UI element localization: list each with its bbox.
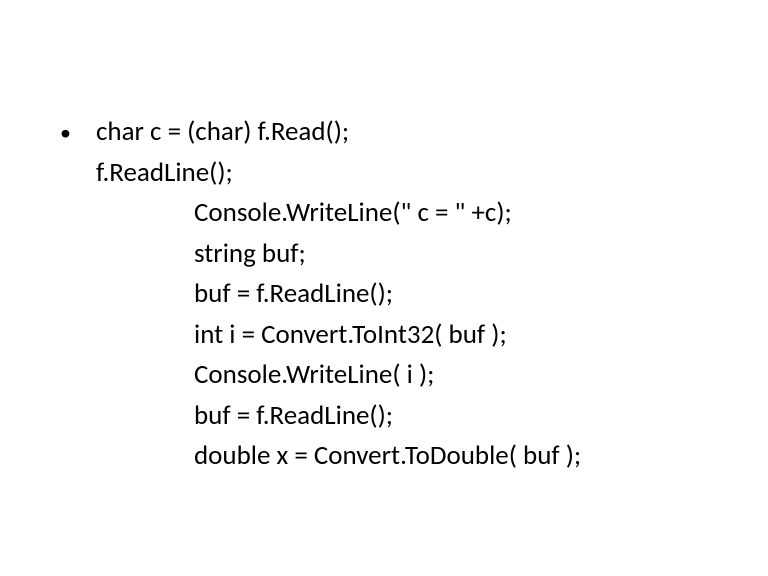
code-line: buf = f.ReadLine(); — [96, 274, 768, 315]
bullet-icon: • — [60, 112, 96, 149]
code-line: double x = Convert.ToDouble( buf ); — [96, 436, 768, 477]
code-line: buf = f.ReadLine(); — [96, 396, 768, 437]
code-line: char c = (char) f.Read(); — [96, 112, 768, 153]
code-line: f.ReadLine(); — [96, 153, 768, 194]
code-block: • char c = (char) f.Read(); f.ReadLine()… — [60, 112, 768, 477]
code-line: Console.WriteLine(" c = " +c); — [96, 193, 768, 234]
code-line: Console.WriteLine( i ); — [96, 355, 768, 396]
code-line: string buf; — [96, 234, 768, 275]
code-line: int i = Convert.ToInt32( buf ); — [96, 315, 768, 356]
code-content: char c = (char) f.Read(); f.ReadLine(); … — [96, 112, 768, 477]
